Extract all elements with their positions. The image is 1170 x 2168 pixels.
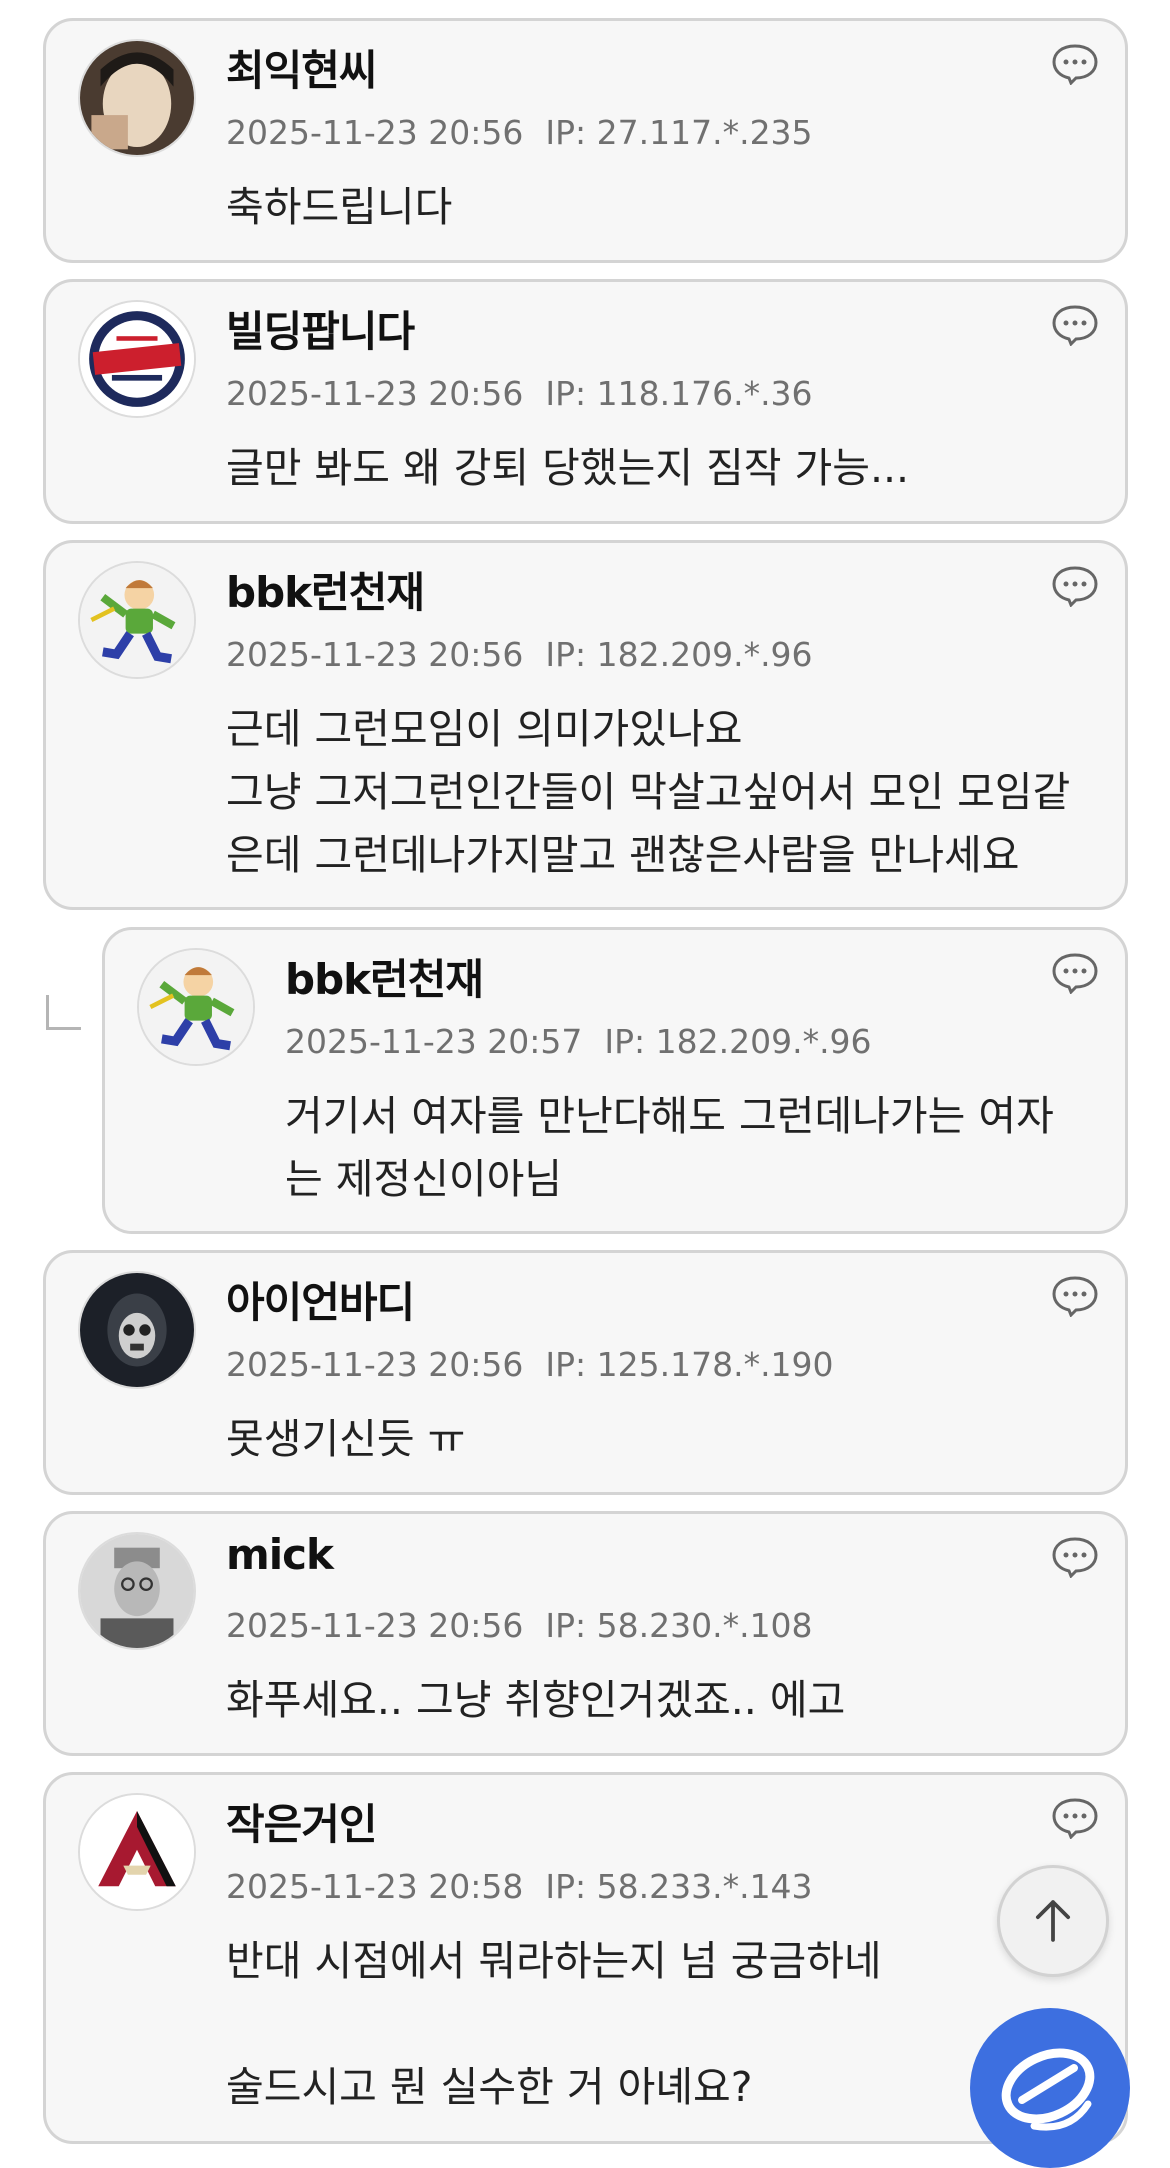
app-logo-button[interactable] [970, 2008, 1130, 2168]
comment-ip: IP: 58.230.*.108 [545, 1606, 813, 1645]
comment-line: 거기서 여자를 만난다해도 그런데나가는 여자 [285, 1092, 1054, 1140]
comment-author[interactable]: bbk런천재 [285, 946, 484, 1007]
comment-meta: 2025-11-23 20:56 IP: 27.117.*.235 [226, 113, 813, 152]
comment-line: 은데 그런데나가지말고 괜찮은사람을 만나세요 [226, 831, 1020, 879]
comment-card: 작은거인 2025-11-23 20:58 IP: 58.233.*.143 반대… [43, 1772, 1128, 2144]
comment-meta: 2025-11-23 20:57 IP: 182.209.*.96 [285, 1022, 872, 1061]
comment-date: 2025-11-23 20:56 [226, 1345, 524, 1384]
comment-line: 근데 그런모임이 의미가있나요 [226, 705, 743, 753]
comment-author[interactable]: 빌딩팝니다 [226, 298, 415, 359]
comment-card: 최익현씨 2025-11-23 20:56 IP: 27.117.*.235 축하… [43, 18, 1128, 263]
comment-date: 2025-11-23 20:56 [226, 635, 524, 674]
comment-author[interactable]: 최익현씨 [226, 37, 378, 98]
comment-card: mick 2025-11-23 20:56 IP: 58.230.*.108 화푸… [43, 1511, 1128, 1756]
reply-bubble-icon[interactable] [1051, 1536, 1099, 1578]
comment-body: 글만 봐도 왜 강퇴 당했는지 짐작 가능... [226, 437, 909, 500]
comment-line: 는 제정신이아님 [285, 1155, 563, 1203]
comment-author[interactable]: mick [226, 1530, 334, 1579]
comment-card: 아이언바디 2025-11-23 20:56 IP: 125.178.*.190 … [43, 1250, 1128, 1495]
running-cartoon-icon [139, 950, 253, 1064]
comment-line: 글만 봐도 왜 강퇴 당했는지 짐작 가능... [226, 444, 910, 492]
comment-line: 술드시고 뭔 실수한 거 아녜요? [226, 2063, 753, 2111]
reply-bubble-icon[interactable] [1051, 1275, 1099, 1317]
comment-body: 축하드립니다 [226, 176, 452, 239]
avatar[interactable] [137, 948, 255, 1066]
avatar[interactable] [78, 300, 196, 418]
portrait-icon [80, 1534, 194, 1648]
comment-line: 그냥 그저그런인간들이 막살고싶어서 모인 모임같 [226, 768, 1071, 816]
comment-card: bbk런천재 2025-11-23 20:56 IP: 182.209.*.96 … [43, 540, 1128, 910]
comment-body: 거기서 여자를 만난다해도 그런데나가는 여자 는 제정신이아님 [285, 1085, 1054, 1211]
avatar[interactable] [78, 561, 196, 679]
comment-card: 빌딩팝니다 2025-11-23 20:56 IP: 118.176.*.36 글… [43, 279, 1128, 524]
reply-bubble-icon[interactable] [1051, 952, 1099, 994]
comment-body: 근데 그런모임이 의미가있나요 그냥 그저그런인간들이 막살고싶어서 모인 모임… [226, 698, 1070, 887]
skull-mask-icon [80, 1273, 194, 1387]
giants-logo-icon [80, 302, 194, 416]
app-logo-icon [1001, 2048, 1095, 2131]
comment-date: 2025-11-23 20:58 [226, 1867, 524, 1906]
running-cartoon-icon [80, 563, 194, 677]
comment-ip: IP: 182.209.*.96 [604, 1022, 872, 1061]
comment-date: 2025-11-23 20:56 [226, 1606, 524, 1645]
comment-meta: 2025-11-23 20:56 IP: 182.209.*.96 [226, 635, 813, 674]
reply-card: bbk런천재 2025-11-23 20:57 IP: 182.209.*.96 … [102, 927, 1128, 1234]
comment-ip: IP: 58.233.*.143 [545, 1867, 813, 1906]
comment-meta: 2025-11-23 20:56 IP: 125.178.*.190 [226, 1345, 834, 1384]
avatar[interactable] [78, 1271, 196, 1389]
comment-line [226, 1993, 882, 2056]
reply-indent-icon [46, 995, 81, 1030]
comment-date: 2025-11-23 20:57 [285, 1022, 583, 1061]
comment-ip: IP: 27.117.*.235 [545, 113, 813, 152]
comment-author[interactable]: 아이언바디 [226, 1269, 415, 1330]
comment-meta: 2025-11-23 20:58 IP: 58.233.*.143 [226, 1867, 813, 1906]
comment-line: 화푸세요.. 그냥 취향인거겠죠.. 에고 [226, 1676, 846, 1724]
comment-meta: 2025-11-23 20:56 IP: 118.176.*.36 [226, 374, 813, 413]
comment-line: 못생기신듯 ㅠ [226, 1415, 466, 1463]
scroll-top-button[interactable] [997, 1865, 1109, 1977]
comment-date: 2025-11-23 20:56 [226, 113, 524, 152]
avatar[interactable] [78, 1532, 196, 1650]
photo-avatar-man-icon [80, 41, 194, 155]
comment-date: 2025-11-23 20:56 [226, 374, 524, 413]
reply-bubble-icon[interactable] [1051, 304, 1099, 346]
comment-line: 반대 시점에서 뭐라하는지 넘 궁금하네 [226, 1937, 882, 1985]
comment-ip: IP: 125.178.*.190 [545, 1345, 834, 1384]
comment-ip: IP: 118.176.*.36 [545, 374, 813, 413]
comment-author[interactable]: bbk런천재 [226, 559, 425, 620]
avatar[interactable] [78, 39, 196, 157]
reply-bubble-icon[interactable] [1051, 1797, 1099, 1839]
comment-body: 못생기신듯 ㅠ [226, 1408, 465, 1471]
comment-body: 반대 시점에서 뭐라하는지 넘 궁금하네 술드시고 뭔 실수한 거 아녜요? [226, 1930, 882, 2119]
reply-bubble-icon[interactable] [1051, 565, 1099, 607]
reply-bubble-icon[interactable] [1051, 43, 1099, 85]
comment-author[interactable]: 작은거인 [226, 1791, 378, 1852]
comment-line: 축하드립니다 [226, 183, 453, 231]
comment-ip: IP: 182.209.*.96 [545, 635, 813, 674]
diamondbacks-logo-icon [80, 1795, 194, 1909]
comment-body: 화푸세요.. 그냥 취향인거겠죠.. 에고 [226, 1669, 845, 1732]
avatar[interactable] [78, 1793, 196, 1911]
arrow-up-icon [1035, 1900, 1071, 1942]
comment-meta: 2025-11-23 20:56 IP: 58.230.*.108 [226, 1606, 813, 1645]
